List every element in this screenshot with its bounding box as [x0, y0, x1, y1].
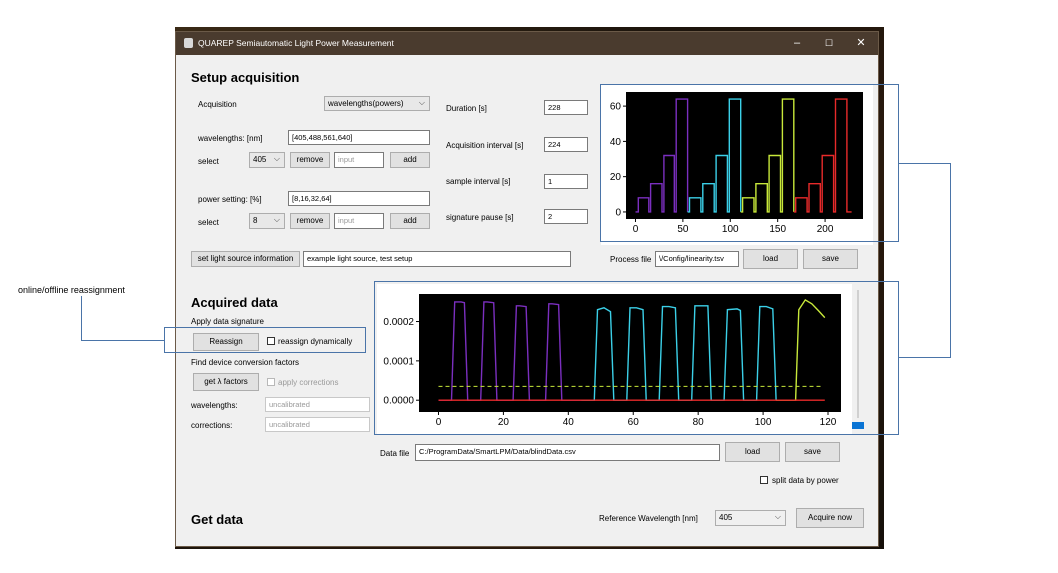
callout-line — [899, 357, 951, 358]
callout-line — [81, 296, 82, 341]
power-select-value: 8 — [253, 216, 258, 225]
wavelength-select-value: 405 — [253, 155, 267, 164]
minimize-button[interactable]: – — [782, 34, 812, 52]
title-bar[interactable]: QUAREP Semiautomatic Light Power Measure… — [176, 32, 878, 55]
acquisition-mode-value: wavelengths(powers) — [328, 99, 404, 108]
wavelengths-cal-field[interactable]: uncalibrated — [265, 397, 370, 412]
wavelength-select[interactable]: 405 ⌵ — [249, 152, 285, 168]
add-wavelength-button[interactable]: add — [390, 152, 430, 168]
remove-power-button[interactable]: remove — [290, 213, 330, 229]
callout-line — [899, 163, 950, 164]
callout-line — [950, 163, 951, 358]
corrections-label: corrections: — [191, 421, 233, 430]
ref-wavelength-label: Reference Wavelength [nm] — [599, 514, 698, 523]
process-file-field[interactable]: \/Config/linearity.tsv — [655, 251, 739, 267]
power-select-label: select — [198, 218, 219, 227]
save-data-button[interactable]: save — [785, 442, 840, 462]
apply-signature-label: Apply data signature — [191, 317, 264, 326]
wl-select-label: select — [198, 157, 219, 166]
save-process-button[interactable]: save — [803, 249, 858, 269]
wavelengths-label: wavelengths: [nm] — [198, 134, 263, 143]
reassignment-annotation: online/offline reassignment — [18, 285, 125, 295]
setup-heading: Setup acquisition — [191, 70, 300, 85]
wavelength-input[interactable]: input — [334, 152, 384, 168]
acq-interval-label: Acquisition interval [s] — [446, 141, 524, 150]
acquired-heading: Acquired data — [191, 295, 278, 310]
split-data-label: split data by power — [772, 476, 839, 485]
sample-interval-field[interactable]: 1 — [544, 174, 588, 189]
app-icon — [184, 38, 193, 48]
window-title: QUAREP Semiautomatic Light Power Measure… — [198, 38, 394, 48]
light-source-field[interactable]: example light source, test setup — [303, 251, 571, 267]
duration-label: Duration [s] — [446, 104, 487, 113]
power-field[interactable]: [8,16,32,64] — [288, 191, 430, 206]
corrections-field[interactable]: uncalibrated — [265, 417, 370, 432]
wavelengths-field[interactable]: [405,488,561,640] — [288, 130, 430, 145]
power-label: power setting: [%] — [198, 195, 262, 204]
acquire-now-button[interactable]: Acquire now — [796, 508, 864, 528]
acquisition-label: Acquisition — [198, 100, 237, 109]
get-factors-button[interactable]: get λ factors — [193, 373, 259, 391]
acquired-chart-callout-box — [374, 281, 899, 435]
getdata-heading: Get data — [191, 512, 244, 527]
apply-corrections-label: apply corrections — [278, 378, 339, 387]
reassign-callout-box — [164, 327, 366, 353]
split-data-checkbox[interactable] — [760, 476, 768, 484]
ref-wavelength-value: 405 — [719, 513, 733, 522]
find-factors-label: Find device conversion factors — [191, 358, 300, 367]
callout-line — [81, 340, 164, 341]
power-input[interactable]: input — [334, 213, 384, 229]
add-power-button[interactable]: add — [390, 213, 430, 229]
sig-pause-label: signature pause [s] — [446, 213, 514, 222]
data-file-label: Data file — [380, 449, 410, 458]
setup-chart-callout-box — [600, 84, 899, 242]
duration-field[interactable]: 228 — [544, 100, 588, 115]
set-light-source-button[interactable]: set light source information — [191, 251, 300, 267]
chevron-down-icon: ⌵ — [418, 98, 425, 107]
acquisition-mode-select[interactable]: wavelengths(powers) ⌵ — [324, 96, 430, 111]
power-select[interactable]: 8 ⌵ — [249, 213, 285, 229]
process-file-label: Process file — [610, 255, 652, 264]
load-data-button[interactable]: load — [725, 442, 780, 462]
apply-corrections-checkbox[interactable] — [267, 378, 275, 386]
chevron-down-icon: ⌵ — [273, 215, 280, 224]
chevron-down-icon: ⌵ — [273, 154, 280, 163]
close-button[interactable]: ✕ — [846, 34, 876, 52]
chevron-down-icon: ⌵ — [774, 512, 781, 521]
acq-interval-field[interactable]: 224 — [544, 137, 588, 152]
sample-interval-label: sample interval [s] — [446, 177, 511, 186]
ref-wavelength-select[interactable]: 405 ⌵ — [715, 510, 786, 526]
load-process-button[interactable]: load — [743, 249, 798, 269]
sig-pause-field[interactable]: 2 — [544, 209, 588, 224]
wavelengths-cal-label: wavelengths: — [191, 401, 238, 410]
maximize-button[interactable]: ☐ — [814, 34, 844, 52]
data-file-field[interactable]: C:/ProgramData/SmartLPM/Data/blindData.c… — [415, 444, 720, 461]
remove-wavelength-button[interactable]: remove — [290, 152, 330, 168]
